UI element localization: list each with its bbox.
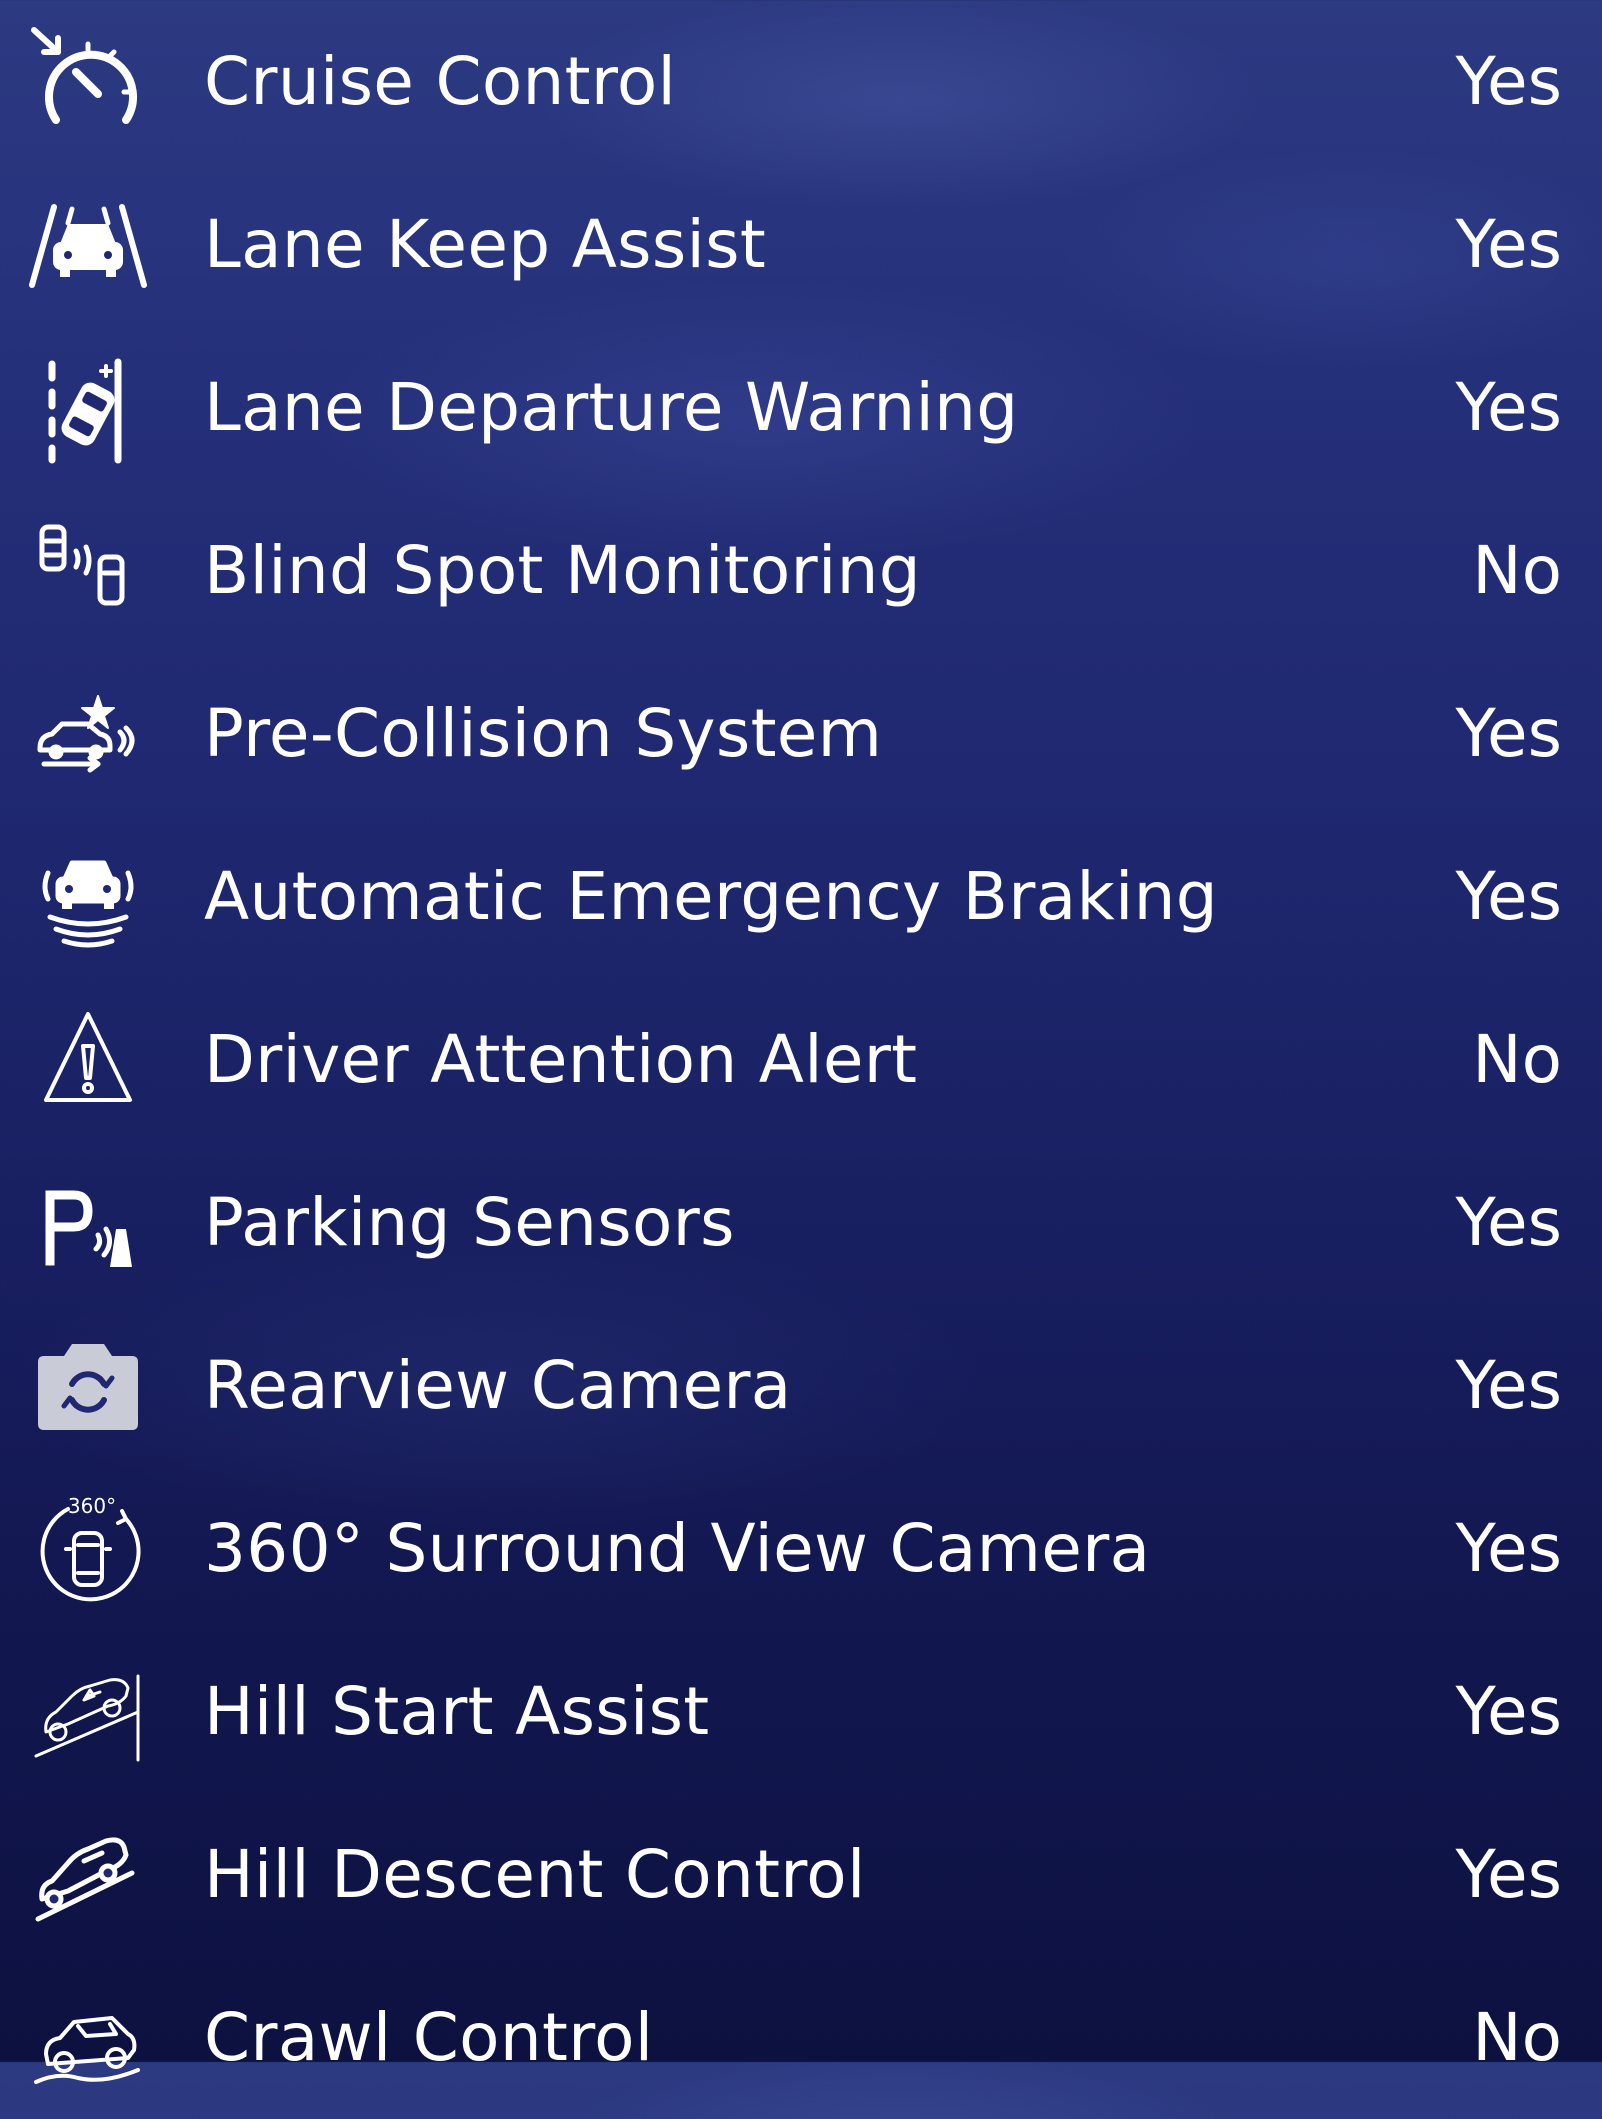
feature-label: Hill Descent Control xyxy=(204,1836,866,1913)
feature-value: No xyxy=(1472,532,1562,609)
feature-row: Cruise Control Yes xyxy=(0,0,1602,163)
feature-list: Cruise Control Yes Lane Keep Assist Yes xyxy=(0,0,1602,2084)
feature-value: Yes xyxy=(1455,1184,1562,1261)
feature-value: Yes xyxy=(1455,858,1562,935)
feature-row: Hill Descent Control Yes xyxy=(0,1793,1602,1956)
feature-row: Pre-Collision System Yes xyxy=(0,652,1602,815)
icon-360-text: 360° xyxy=(68,1494,116,1518)
feature-value: Yes xyxy=(1455,1673,1562,1750)
feature-row: Lane Departure Warning Yes xyxy=(0,326,1602,489)
feature-value: Yes xyxy=(1455,1836,1562,1913)
feature-label: Hill Start Assist xyxy=(204,1673,710,1750)
feature-label: Driver Attention Alert xyxy=(204,1021,918,1098)
emergency-brake-icon xyxy=(28,837,148,957)
feature-row: Rearview Camera Yes xyxy=(0,1304,1602,1467)
hill-descent-icon xyxy=(28,1815,148,1935)
feature-value: Yes xyxy=(1455,695,1562,772)
feature-value: Yes xyxy=(1455,1510,1562,1587)
car-lanes-icon xyxy=(28,185,148,305)
feature-row: Parking Sensors Yes xyxy=(0,1141,1602,1304)
feature-label: 360° Surround View Camera xyxy=(204,1510,1151,1587)
feature-label: Lane Keep Assist xyxy=(204,206,767,283)
feature-row: 360° 360° Surround View Camera Yes xyxy=(0,1467,1602,1630)
crawl-control-icon xyxy=(28,1978,148,2098)
feature-label: Rearview Camera xyxy=(204,1347,792,1424)
speedometer-icon xyxy=(28,22,148,142)
feature-row: Automatic Emergency Braking Yes xyxy=(0,815,1602,978)
feature-label: Crawl Control xyxy=(204,1999,654,2076)
feature-label: Blind Spot Monitoring xyxy=(204,532,921,609)
feature-row: Lane Keep Assist Yes xyxy=(0,163,1602,326)
camera-rotate-icon xyxy=(28,1326,148,1446)
feature-row: Hill Start Assist Yes xyxy=(0,1630,1602,1793)
feature-label: Cruise Control xyxy=(204,43,677,120)
warning-triangle-icon xyxy=(28,1000,148,1120)
collision-icon xyxy=(28,674,148,794)
feature-label: Lane Departure Warning xyxy=(204,369,1019,446)
feature-value: No xyxy=(1472,1999,1562,2076)
blind-spot-icon xyxy=(28,511,148,631)
lane-departure-icon xyxy=(28,348,148,468)
feature-label: Pre-Collision System xyxy=(204,695,883,772)
feature-row: Driver Attention Alert No xyxy=(0,978,1602,1141)
feature-value: Yes xyxy=(1455,206,1562,283)
feature-value: Yes xyxy=(1455,369,1562,446)
feature-row: Blind Spot Monitoring No xyxy=(0,489,1602,652)
feature-value: No xyxy=(1472,1021,1562,1098)
feature-label: Parking Sensors xyxy=(204,1184,735,1261)
feature-row: Crawl Control No xyxy=(0,1956,1602,2119)
hill-start-icon xyxy=(28,1652,148,1772)
feature-label: Automatic Emergency Braking xyxy=(204,858,1218,935)
parking-sensor-icon xyxy=(28,1163,148,1283)
feature-value: Yes xyxy=(1455,43,1562,120)
feature-value: Yes xyxy=(1455,1347,1562,1424)
camera-360-icon: 360° xyxy=(28,1489,148,1609)
